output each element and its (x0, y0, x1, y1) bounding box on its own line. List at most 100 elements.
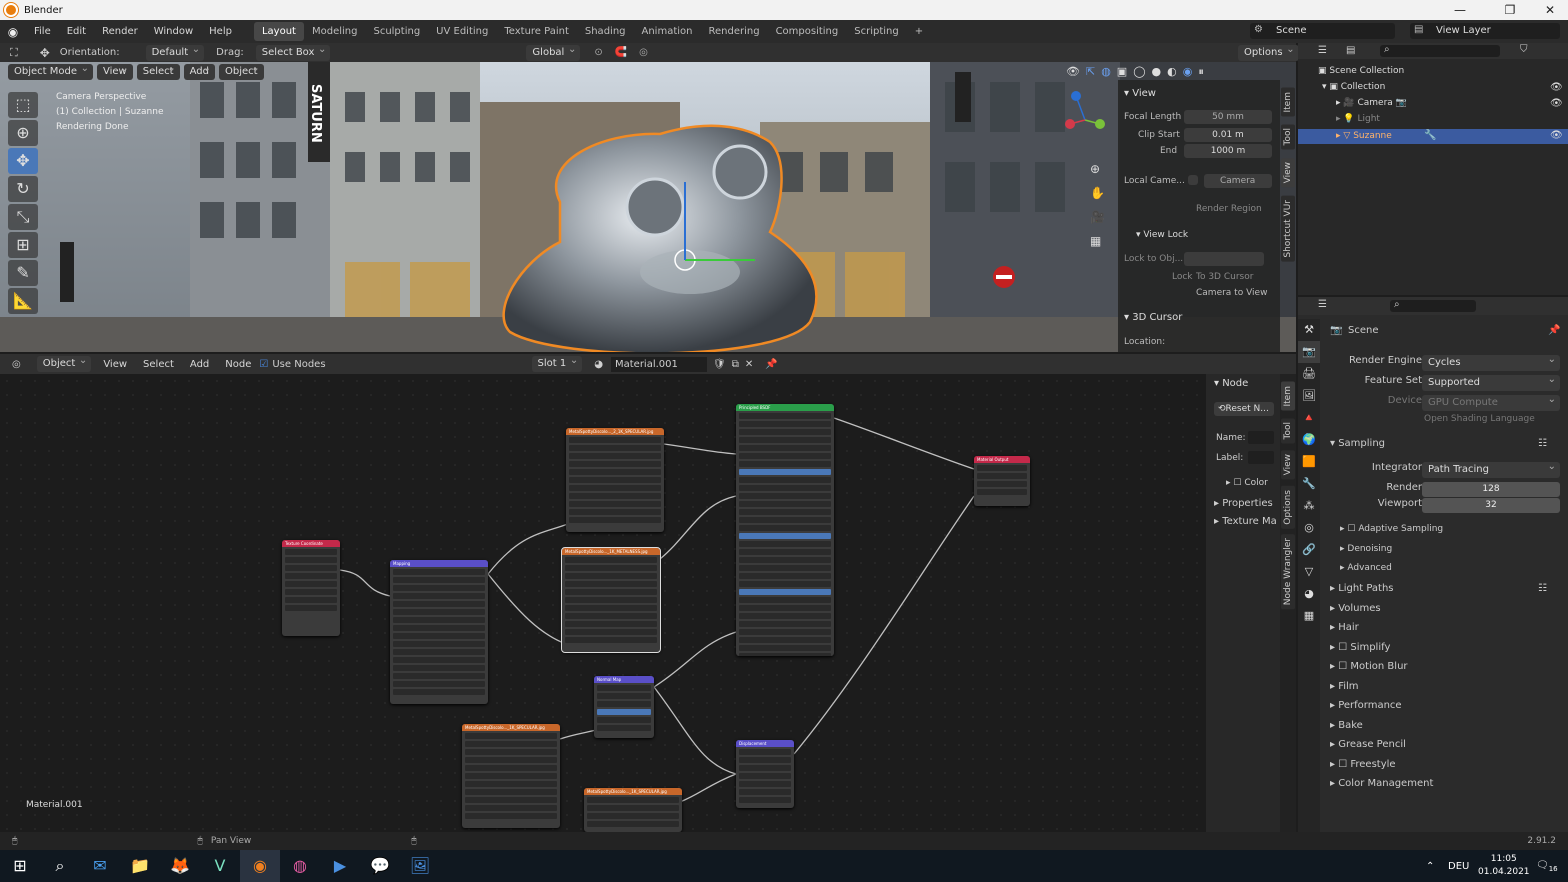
tab-scripting[interactable]: Scripting (846, 22, 906, 41)
photos-icon[interactable]: 🖼 (400, 850, 440, 882)
transform-tool-icon[interactable]: ⊞ (8, 232, 38, 258)
render-engine-dropdown[interactable]: Cycles (1422, 352, 1560, 371)
sidebar-tab-shortcut[interactable]: Shortcut VUr (1281, 196, 1295, 262)
slot-dropdown[interactable]: Slot 1 (531, 353, 583, 372)
move-tool-icon[interactable]: ✥ (8, 148, 38, 174)
chrome-icon[interactable]: ◍ (280, 850, 320, 882)
node-metalness-texture[interactable]: MetalSpottyDiscolo..._1K_METALNESS.jpg (561, 547, 661, 653)
node-tab-wrangler[interactable]: Node Wrangler (1281, 534, 1295, 610)
zoom-app-icon[interactable]: ▶ (320, 850, 360, 882)
node-editor-canvas[interactable]: Texture Coordinate Mapping MetalSpottyDi… (0, 374, 1206, 832)
collection-visibility-icon[interactable]: 👁 (1550, 82, 1563, 93)
node-label-field[interactable] (1248, 451, 1274, 464)
material-name-field[interactable]: Material.001 (610, 356, 707, 372)
camera-row[interactable]: ▸ 🎥 Camera 📷 (1336, 98, 1407, 108)
local-camera-checkbox[interactable] (1188, 175, 1198, 185)
rotate-tool-icon[interactable]: ↻ (8, 176, 38, 202)
view-lock-header[interactable]: ▾ View Lock (1136, 230, 1188, 240)
tab-rendering[interactable]: Rendering (700, 22, 767, 41)
reset-node-button[interactable]: ⟲Reset N... (1214, 402, 1274, 416)
gizmo-toggle-icon[interactable]: ⇱ (1086, 65, 1095, 79)
freestyle-panel[interactable]: ▸ ☐ Freestyle (1330, 759, 1396, 770)
ne-menu-node[interactable]: Node (217, 353, 259, 376)
node-normal-map[interactable]: Normal Map (594, 676, 654, 738)
orientation-dropdown[interactable]: Default (145, 42, 205, 61)
sidebar-tab-view[interactable]: View (1281, 158, 1295, 188)
measure-tool-icon[interactable]: 📐 (8, 288, 38, 314)
menu-view[interactable]: View (97, 62, 133, 80)
tab-compositing[interactable]: Compositing (768, 22, 847, 41)
performance-panel[interactable]: ▸ Performance (1330, 700, 1402, 711)
film-panel[interactable]: ▸ Film (1330, 681, 1359, 692)
ne-menu-select[interactable]: Select (135, 353, 182, 376)
node-tab-tool[interactable]: Tool (1281, 418, 1295, 444)
3d-viewport[interactable]: Camera Perspective (1) Collection | Suza… (0, 62, 1296, 352)
file-explorer-icon[interactable]: 📁 (120, 850, 160, 882)
search-icon[interactable]: ⌕ (40, 850, 80, 882)
filter-icon[interactable]: ⛉ (1520, 44, 1528, 55)
pin-material-icon[interactable]: 📌 (765, 359, 777, 370)
snap-icon[interactable]: 🧲 (615, 47, 627, 58)
drag-dropdown[interactable]: Select Box (255, 42, 331, 61)
tab-animation[interactable]: Animation (634, 22, 701, 41)
pivot-icon[interactable]: ⊙ (594, 47, 602, 58)
use-nodes-checkbox-icon[interactable]: ☑ (259, 359, 268, 370)
zoom-icon[interactable]: ⊕ (1090, 162, 1105, 176)
suzanne-visibility-icon[interactable]: 👁 (1550, 130, 1563, 141)
editor-type-icon[interactable]: ⛶ (10, 46, 18, 60)
light-row[interactable]: ▸ 💡 Light (1336, 114, 1380, 124)
pan-hand-icon[interactable]: ✋ (1090, 186, 1105, 200)
scene-selector[interactable]: ⚙ Scene (1250, 23, 1395, 39)
shading-wire-icon[interactable]: ◯ (1133, 65, 1145, 79)
notification-icon[interactable]: 🗨16 (1536, 860, 1558, 873)
sampling-panel-header[interactable]: ▾ Sampling (1330, 438, 1385, 449)
render-region-checkbox[interactable]: Render Region (1196, 204, 1262, 214)
messenger-icon[interactable]: 💬 (360, 850, 400, 882)
focal-length-field[interactable]: 50 mm (1184, 110, 1272, 124)
add-workspace-button[interactable]: + (907, 22, 931, 41)
clip-start-field[interactable]: 0.01 m (1184, 128, 1272, 142)
close-button[interactable]: ✕ (1534, 0, 1566, 20)
node-properties-panel[interactable]: ▸ Properties (1214, 498, 1273, 509)
motion-blur-panel[interactable]: ▸ ☐ Motion Blur (1330, 661, 1408, 672)
shader-type-dropdown[interactable]: Object (36, 353, 92, 372)
node-texture-coordinate[interactable]: Texture Coordinate (282, 540, 340, 636)
unlink-material-icon[interactable]: ✕ (745, 359, 753, 370)
bake-panel[interactable]: ▸ Bake (1330, 720, 1363, 731)
menu-select[interactable]: Select (136, 62, 180, 80)
clip-end-field[interactable]: 1000 m (1184, 144, 1272, 158)
viewport-samples-field[interactable]: 32 (1422, 498, 1560, 513)
light-paths-panel[interactable]: ▸ Light Paths (1330, 583, 1394, 594)
device-dropdown[interactable]: GPU Compute (1422, 392, 1560, 411)
cursor-tool-icon[interactable]: ⊕ (8, 120, 38, 146)
node-displacement-texture[interactable]: MetalSpottyDiscolo..._1K_SPECULAR.jpg (584, 788, 682, 832)
menu-file[interactable]: File (26, 20, 59, 43)
menu-render[interactable]: Render (94, 20, 146, 43)
scale-tool-icon[interactable]: ⤡ (8, 204, 38, 230)
scene-collection-row[interactable]: ▣ Scene Collection (1318, 66, 1404, 76)
pause-render-icon[interactable]: ⏸ (1198, 65, 1204, 79)
node-tab-view[interactable]: View (1281, 450, 1295, 480)
osl-checkbox[interactable]: Open Shading Language (1424, 414, 1535, 424)
camera-to-view-checkbox[interactable]: Camera to View (1196, 288, 1267, 298)
light-paths-presets-icon[interactable]: ☷ (1538, 583, 1547, 594)
xray-icon[interactable]: ▣ (1117, 65, 1127, 79)
blender-taskbar-icon[interactable]: ◉ (240, 850, 280, 882)
lock-to-object-field[interactable] (1184, 252, 1264, 266)
outliner-search-input[interactable]: ⌕ (1380, 44, 1500, 57)
shading-rendered-icon[interactable]: ◉ (1183, 65, 1193, 79)
local-camera-field[interactable]: Camera (1204, 174, 1272, 188)
shading-solid-icon[interactable]: ● (1152, 65, 1162, 79)
mode-dropdown[interactable]: Object Mode (8, 62, 93, 80)
render-samples-field[interactable]: 128 (1422, 482, 1560, 497)
node-tab-item[interactable]: Item (1281, 382, 1295, 411)
proportional-icon[interactable]: ◎ (639, 47, 648, 58)
menu-add[interactable]: Add (183, 62, 215, 80)
hair-panel[interactable]: ▸ Hair (1330, 622, 1359, 633)
properties-editor-icon[interactable]: ☰ (1318, 299, 1327, 310)
blender-menu-icon[interactable]: ◉ (0, 25, 26, 39)
node-material-output[interactable]: Material Output (974, 456, 1030, 506)
grid-icon[interactable]: ▦ (1090, 234, 1105, 248)
node-texture-panel[interactable]: ▸ Texture Ma (1214, 516, 1277, 527)
options-dropdown[interactable]: Options (1238, 42, 1299, 61)
